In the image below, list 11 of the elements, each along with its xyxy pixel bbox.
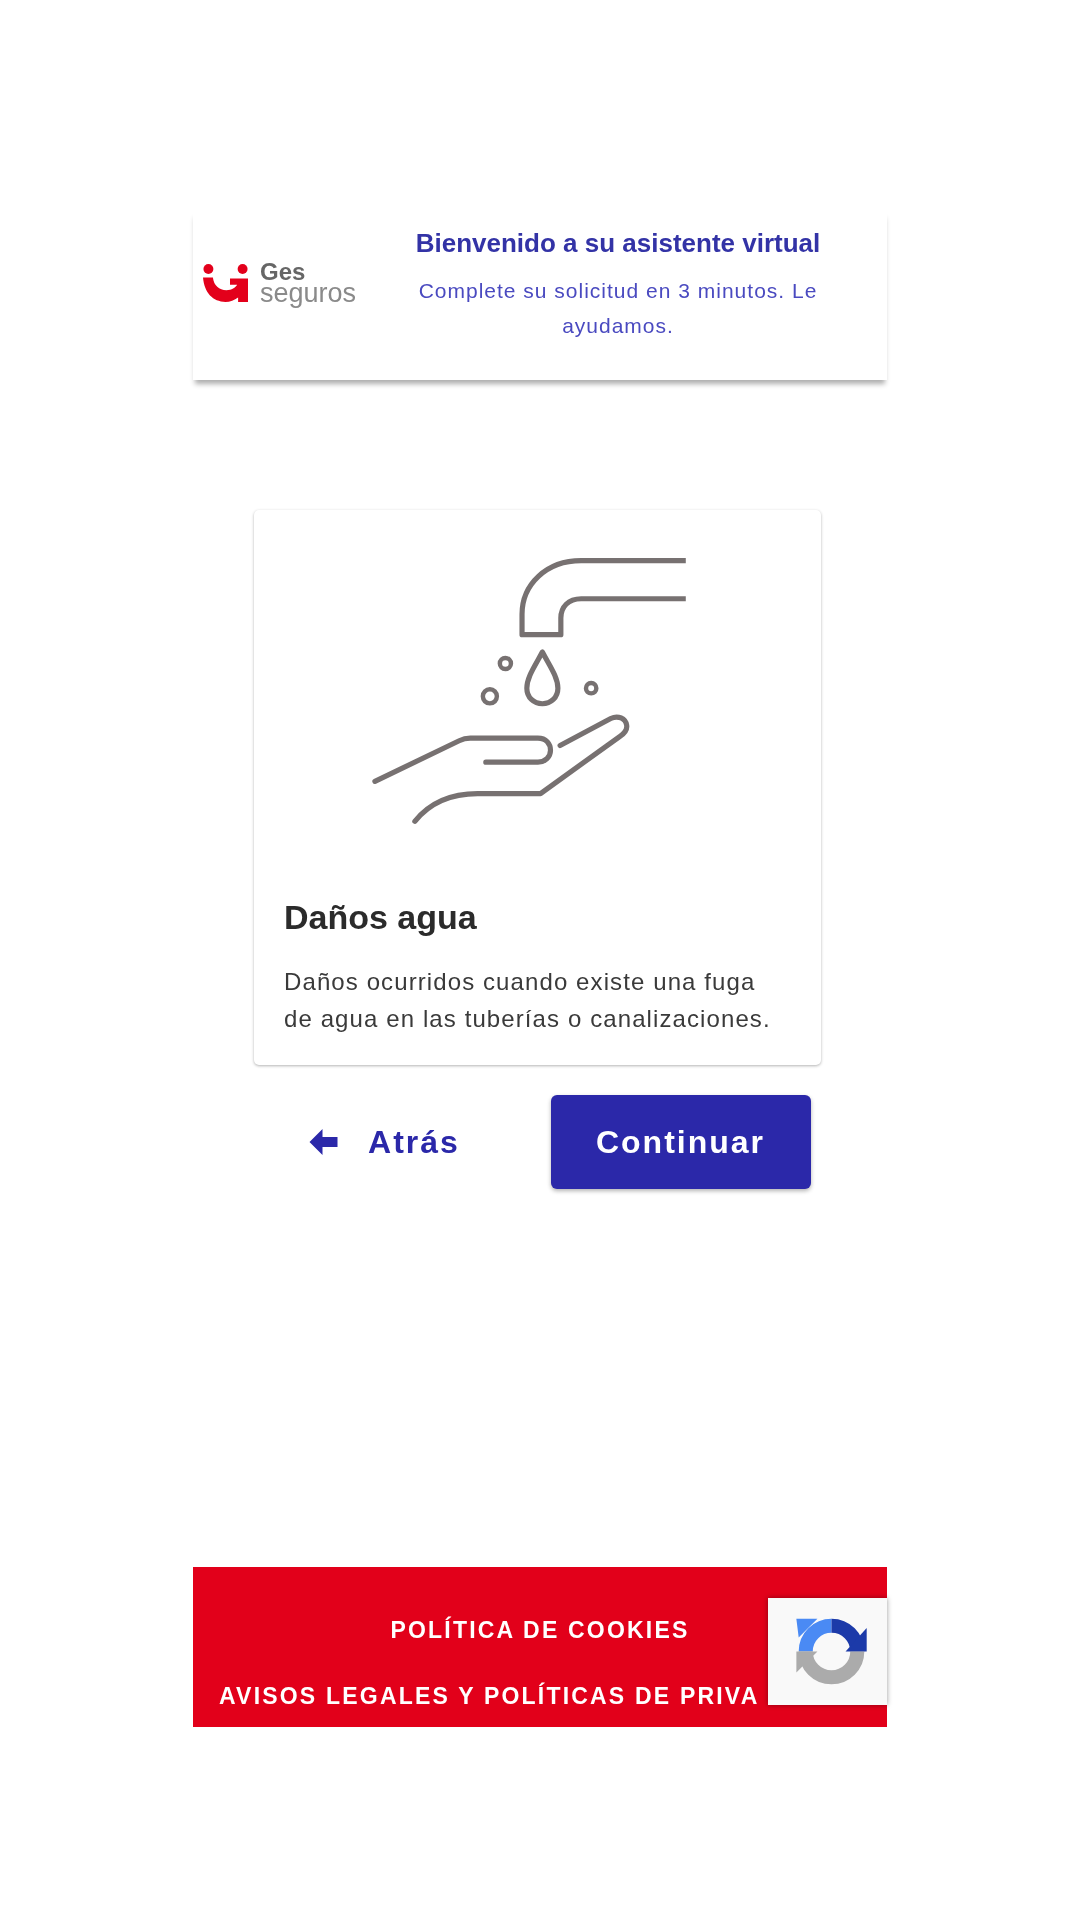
logo-mark-icon [203,263,248,302]
welcome-title: Bienvenido a su asistente virtual [414,227,822,260]
back-button[interactable]: Atrás [269,1095,500,1189]
footer-link[interactable]: POLÍTICA DE COOKIES [390,1615,690,1645]
continue-button[interactable]: Continuar [550,1095,811,1189]
card-description: Daños ocurridos cuando existe una fuga de agua en las tuberías o canalizaciones. [284,967,772,1034]
card-title: Daños agua [284,897,478,938]
arrow-left-icon [309,1128,339,1156]
footer-link[interactable]: AVISOS LEGALES Y POLÍTICAS DE PRIVA [219,1681,760,1711]
welcome-subtitle: Complete su solicitud en 3 minutos. Le ayudamos. [417,278,819,339]
logo-text: Ges [260,262,307,282]
